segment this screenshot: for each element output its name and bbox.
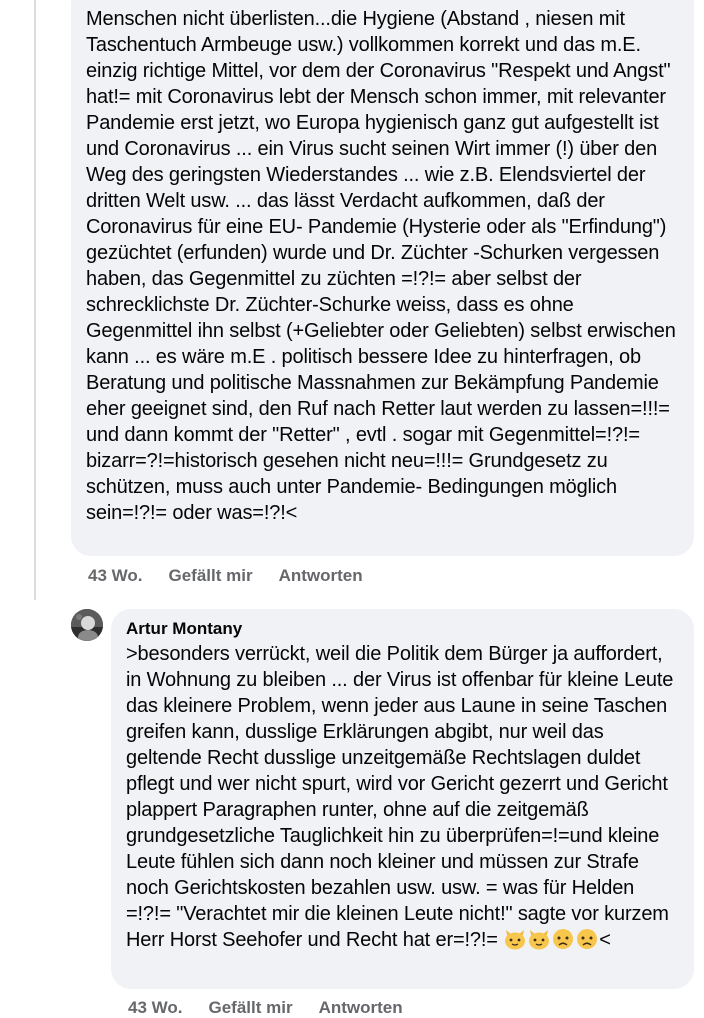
avatar[interactable] xyxy=(71,609,103,641)
comment-text-end: < xyxy=(599,929,611,951)
comment-bubble-1: Menschen nicht überlisten...die Hygiene … xyxy=(71,0,694,556)
comment-timestamp[interactable]: 43 Wo. xyxy=(128,998,182,1018)
comment-text: >besonders verrückt, weil die Politik de… xyxy=(126,641,680,957)
comment-author[interactable]: Artur Montany xyxy=(126,617,680,641)
comment-text-body: >besonders verrückt, weil die Politik de… xyxy=(126,643,674,951)
like-button[interactable]: Gefällt mir xyxy=(208,998,292,1018)
reply-button[interactable]: Antworten xyxy=(279,566,363,586)
comment-timestamp[interactable]: 43 Wo. xyxy=(88,566,142,586)
comment-actions-1: 43 Wo. Gefällt mir Antworten xyxy=(88,566,389,586)
cat-face-emoji xyxy=(503,928,527,957)
reply-button[interactable]: Antworten xyxy=(319,998,403,1018)
comment-bubble-2: Artur Montany >besonders verrückt, weil … xyxy=(111,609,694,989)
like-button[interactable]: Gefällt mir xyxy=(168,566,252,586)
worried-face-emoji xyxy=(551,928,575,957)
thread-line xyxy=(34,0,36,600)
cat-face-emoji xyxy=(527,928,551,957)
comment-text: Menschen nicht überlisten...die Hygiene … xyxy=(86,8,676,524)
comment-actions-2: 43 Wo. Gefällt mir Antworten xyxy=(128,998,429,1018)
worried-face-emoji xyxy=(575,928,599,957)
